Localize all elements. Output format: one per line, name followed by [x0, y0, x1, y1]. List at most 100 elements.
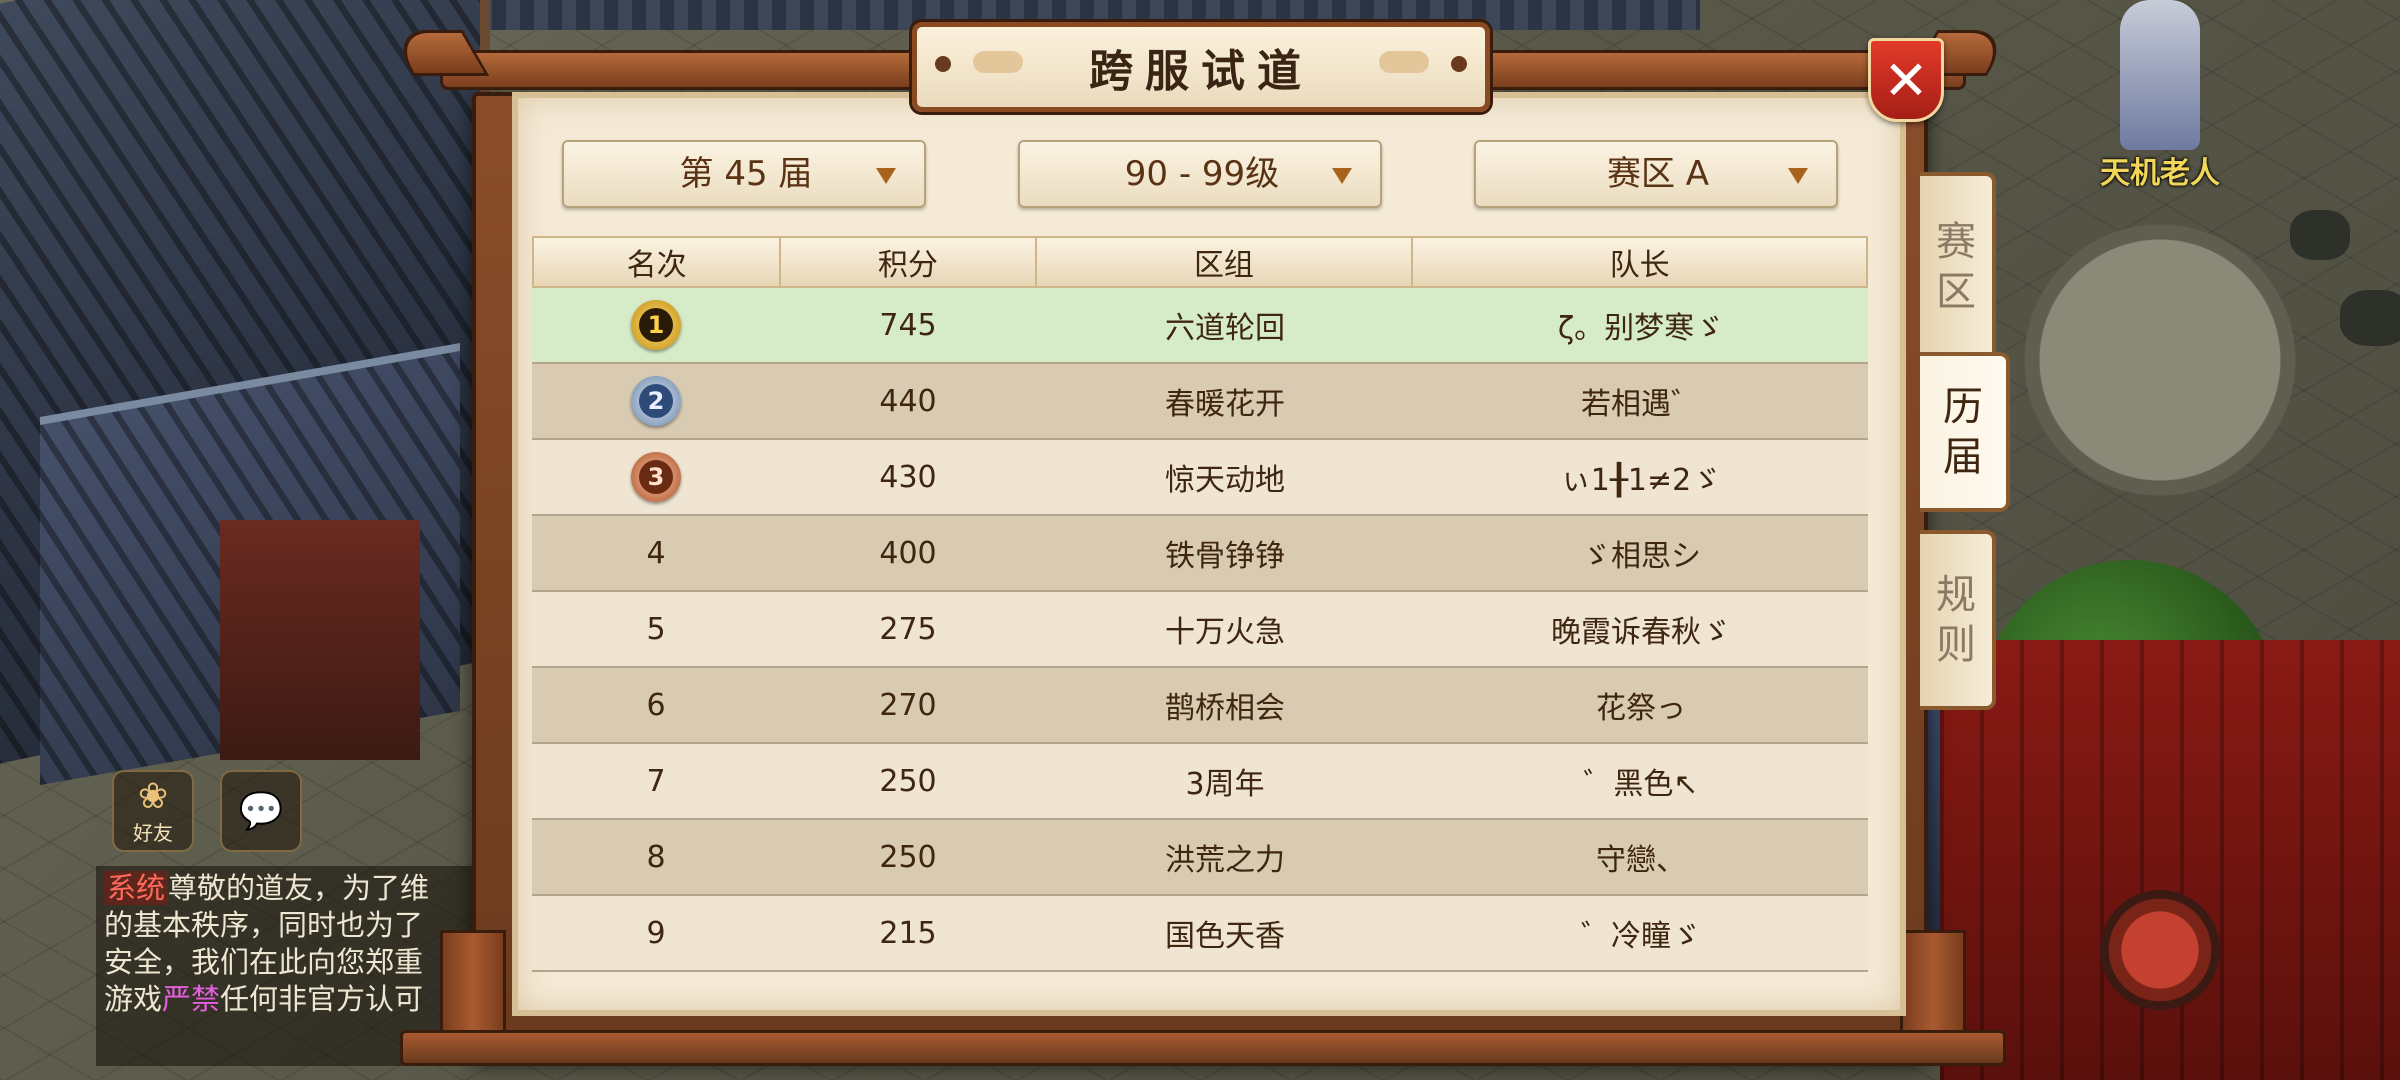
score-cell: 250	[879, 839, 937, 875]
npc-tianji[interactable]: 天机老人	[2080, 0, 2240, 191]
title-plate: 跨服试道	[912, 22, 1490, 112]
table-row[interactable]: 8 250 洪荒之力 守戀、	[532, 820, 1868, 896]
captain-cell: ゛黑色↖	[1583, 767, 1699, 802]
zone-value: 赛区 A	[1606, 154, 1710, 194]
group-cell: 3周年	[1185, 767, 1265, 802]
ranking-table: 名次 积分 区组 队长 1 745 六道轮回 ζ。别梦寒ゞ 2 440 春暖花开 若相遇゛ 3 4…	[532, 236, 1868, 972]
season-dropdown[interactable]: 第 45 届	[562, 140, 926, 208]
rank-number: 2	[639, 384, 673, 418]
rank-cell: 1	[532, 288, 780, 362]
level-value: 90 - 99级	[1124, 154, 1280, 194]
group-cell: 春暖花开	[1165, 387, 1285, 422]
tab-label: 区	[1936, 269, 1976, 315]
tab-label: 赛	[1936, 219, 1976, 265]
close-button[interactable]: ✕	[1868, 38, 1944, 122]
chat-warning: 严禁	[162, 982, 221, 1016]
tab-zone[interactable]: 赛 区	[1920, 172, 1996, 362]
score-cell: 745	[879, 307, 937, 343]
chat-text: 尊敬的道友，为了维	[168, 871, 430, 905]
beam-end	[386, 30, 490, 76]
column-header-score: 积分	[781, 238, 1037, 286]
score-cell: 430	[879, 459, 937, 495]
column-header-group: 区组	[1037, 238, 1414, 286]
score-cell: 275	[879, 611, 937, 647]
group-cell: 十万火急	[1165, 615, 1285, 650]
npc-name: 天机老人	[2100, 156, 2220, 191]
table-row[interactable]: 9 215 国色天香 ゛冷瞳ゞ	[532, 896, 1868, 972]
column-header-rank: 名次	[534, 238, 782, 286]
chat-text: 任何非官方认可	[220, 982, 424, 1016]
cloud-ornament-icon	[973, 51, 1023, 73]
table-row[interactable]: 3 430 惊天动地 ぃ1╂1≠2ゞ	[532, 440, 1868, 516]
captain-cell: ぃ1╂1≠2ゞ	[1560, 463, 1722, 498]
bottom-beam	[400, 1030, 2006, 1066]
table-row[interactable]: 5 275 十万火急 晚霞诉春秋ゞ	[532, 592, 1868, 668]
season-value: 第 45 届	[679, 154, 813, 194]
score-cell: 250	[879, 763, 937, 799]
gold-medal-icon: 1	[631, 300, 681, 350]
tab-label: 规	[1936, 572, 1976, 618]
tab-label: 则	[1936, 622, 1976, 668]
chat-button[interactable]: 💬	[220, 770, 302, 852]
rank-cell: 6	[646, 687, 666, 723]
rivet-icon	[935, 56, 951, 72]
table-body[interactable]: 1 745 六道轮回 ζ。别梦寒ゞ 2 440 春暖花开 若相遇゛ 3 430 惊天动地 ぃ1╂1≠2…	[532, 288, 1868, 972]
silver-medal-icon: 2	[631, 376, 681, 426]
level-dropdown[interactable]: 90 - 99级	[1018, 140, 1382, 208]
table-row[interactable]: 4 400 铁骨铮铮 ゞ相思シ	[532, 516, 1868, 592]
dropdown-arrow-icon	[876, 168, 896, 184]
rank-cell: 8	[646, 839, 666, 875]
score-cell: 400	[879, 535, 937, 571]
captain-cell: ゛冷瞳ゞ	[1581, 919, 1701, 954]
friends-label: 好友	[133, 821, 173, 845]
group-cell: 国色天香	[1165, 919, 1285, 954]
rank-cell: 7	[646, 763, 666, 799]
rivet-icon	[1451, 56, 1467, 72]
score-cell: 440	[879, 383, 937, 419]
red-wall	[220, 520, 420, 760]
rank-number: 3	[639, 460, 673, 494]
cross-server-trial-dialog: 跨服试道 ✕ 第 45 届 90 - 99级 赛区 A 名次 积分 区组 队长 …	[386, 22, 2014, 1066]
group-cell: 六道轮回	[1165, 311, 1285, 346]
captain-cell: 若相遇゛	[1581, 387, 1701, 422]
rock	[2290, 210, 2350, 260]
group-cell: 惊天动地	[1165, 463, 1285, 498]
rock	[2340, 290, 2400, 346]
rank-number: 1	[639, 308, 673, 342]
tab-history[interactable]: 历 届	[1920, 352, 2010, 512]
table-row[interactable]: 1 745 六道轮回 ζ。别梦寒ゞ	[532, 288, 1868, 364]
captain-cell: 花祭っ	[1596, 691, 1686, 726]
rank-cell: 5	[646, 611, 666, 647]
table-row[interactable]: 7 250 3周年 ゛黑色↖	[532, 744, 1868, 820]
dropdown-arrow-icon	[1332, 168, 1352, 184]
table-row[interactable]: 2 440 春暖花开 若相遇゛	[532, 364, 1868, 440]
group-cell: 鹊桥相会	[1165, 691, 1285, 726]
group-cell: 洪荒之力	[1165, 843, 1285, 878]
table-header: 名次 积分 区组 队长	[532, 236, 1868, 288]
rank-cell: 3	[532, 440, 780, 514]
system-tag: 系统	[104, 871, 169, 905]
dropdown-arrow-icon	[1788, 168, 1808, 184]
drum	[2100, 890, 2220, 1010]
table-row[interactable]: 6 270 鹊桥相会 花祭っ	[532, 668, 1868, 744]
score-cell: 270	[879, 687, 937, 723]
friends-icon: ❀	[137, 776, 169, 817]
friends-button[interactable]: ❀ 好友	[112, 770, 194, 852]
rank-cell: 2	[532, 364, 780, 438]
tab-label: 历	[1943, 384, 1983, 430]
chat-bubble-icon: 💬	[238, 791, 284, 832]
zone-dropdown[interactable]: 赛区 A	[1474, 140, 1838, 208]
tab-rules[interactable]: 规 则	[1920, 530, 1996, 710]
dialog-title: 跨服试道	[1089, 46, 1313, 97]
group-cell: 铁骨铮铮	[1165, 539, 1285, 574]
captain-cell: 守戀、	[1596, 843, 1686, 878]
score-cell: 215	[879, 915, 937, 951]
close-icon: ✕	[1883, 48, 1929, 112]
captain-cell: ζ。别梦寒ゞ	[1557, 311, 1725, 346]
red-pavilion	[1940, 640, 2400, 1080]
captain-cell: ゞ相思シ	[1581, 539, 1701, 574]
captain-cell: 晚霞诉春秋ゞ	[1551, 615, 1731, 650]
bronze-medal-icon: 3	[631, 452, 681, 502]
rank-cell: 9	[646, 915, 666, 951]
npc-sprite	[2120, 0, 2200, 150]
